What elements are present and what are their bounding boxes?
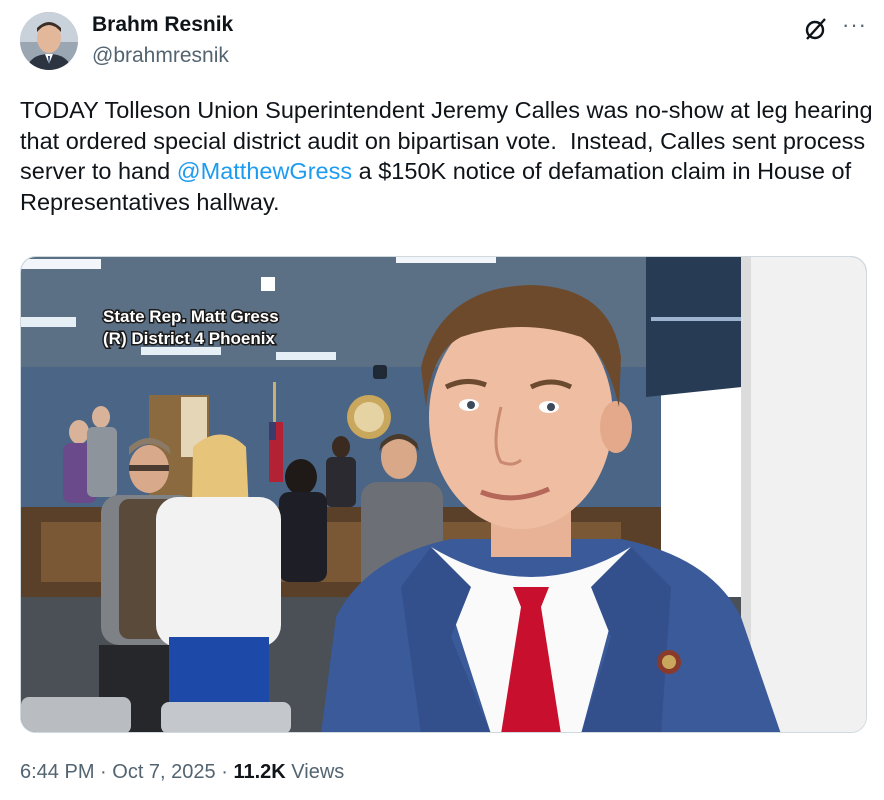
avatar-image [20,12,78,70]
author-name[interactable]: Brahm Resnik [92,13,233,37]
video-player[interactable]: State Rep. Matt Gress (R) District 4 Pho… [20,256,867,733]
caption-line-2: (R) District 4 Phoenix [103,329,275,348]
grok-icon[interactable] [803,16,829,42]
tweet-text: TODAY Tolleson Union Superintendent Jere… [20,95,878,217]
tweet-date[interactable]: Oct 7, 2025 [112,761,215,783]
video-caption: State Rep. Matt Gress (R) District 4 Pho… [102,306,281,350]
author-handle[interactable]: @brahmresnik [92,44,229,68]
meta-separator: · [215,761,234,783]
views-count[interactable]: 11.2K [233,761,285,783]
mention-link[interactable]: @MatthewGress [177,158,352,184]
tweet-time[interactable]: 6:44 PM [20,761,94,783]
avatar[interactable] [20,12,78,70]
views-label: Views [285,761,345,783]
caption-line-1: State Rep. Matt Gress [103,307,279,326]
more-icon[interactable]: ··· [842,12,867,38]
meta-separator: · [94,761,113,783]
tweet-meta: 6:44 PM · Oct 7, 2025 · 11.2K Views [20,761,344,784]
